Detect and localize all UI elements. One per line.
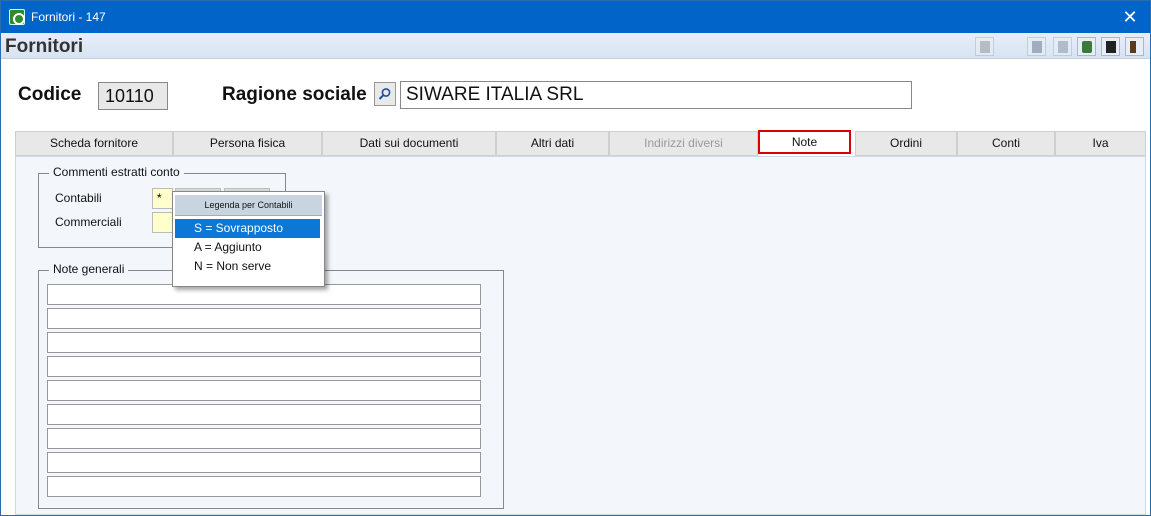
note-line[interactable]: [47, 476, 481, 497]
save-icon[interactable]: [1101, 37, 1120, 56]
contabili-field[interactable]: *: [152, 188, 173, 209]
app-icon: [9, 9, 25, 25]
tab-persona-fisica[interactable]: Persona fisica: [173, 131, 322, 156]
codice-label: Codice: [18, 84, 82, 105]
exit-icon[interactable]: [1125, 37, 1144, 56]
note-line[interactable]: [47, 308, 481, 329]
search-icon: [378, 88, 391, 100]
tab-conti[interactable]: Conti: [957, 131, 1055, 156]
page-icon[interactable]: [975, 37, 994, 56]
note-line[interactable]: [47, 428, 481, 449]
note-line[interactable]: [47, 452, 481, 473]
main-content: Codice 10110 Ragione sociale SIWARE ITAL…: [1, 59, 1150, 515]
form-header-bar: Fornitori: [1, 33, 1150, 59]
popup-option-aggiunto[interactable]: A = Aggiunto: [175, 238, 320, 257]
popup-option-non-serve[interactable]: N = Non serve: [175, 257, 320, 276]
note-generali-legend: Note generali: [49, 262, 129, 276]
commerciali-label: Commerciali: [55, 215, 122, 229]
legenda-popup-menu: Legenda per Contabili S = Sovrapposto A …: [172, 191, 325, 287]
note-line[interactable]: [47, 332, 481, 353]
search-button[interactable]: [374, 82, 396, 106]
tab-note[interactable]: Note: [758, 130, 851, 154]
note-line[interactable]: [47, 380, 481, 401]
ragione-sociale-label: Ragione sociale: [222, 84, 367, 105]
codice-field[interactable]: 10110: [98, 82, 168, 110]
window-title: Fornitori - 147: [31, 10, 106, 24]
form-title: Fornitori: [5, 36, 84, 57]
popup-option-sovrapposto[interactable]: S = Sovrapposto: [175, 219, 320, 238]
recycle-icon[interactable]: [1077, 37, 1096, 56]
close-button[interactable]: ✕: [1118, 5, 1142, 29]
tab-bar: Scheda fornitore Persona fisica Dati sui…: [15, 130, 1146, 156]
ragione-sociale-field[interactable]: SIWARE ITALIA SRL: [400, 81, 912, 109]
tab-dati-sui-documenti[interactable]: Dati sui documenti: [322, 131, 496, 156]
popup-header: Legenda per Contabili: [175, 195, 322, 216]
tab-scheda-fornitore[interactable]: Scheda fornitore: [15, 131, 173, 156]
note-line[interactable]: [47, 404, 481, 425]
screen-icon[interactable]: [1027, 37, 1046, 56]
note-line[interactable]: [47, 284, 481, 305]
copy-icon[interactable]: [1053, 37, 1072, 56]
tab-iva[interactable]: Iva: [1055, 131, 1146, 156]
commenti-legend: Commenti estratti conto: [49, 165, 184, 179]
title-bar: Fornitori - 147 ✕: [1, 1, 1150, 33]
note-line[interactable]: [47, 356, 481, 377]
tab-altri-dati[interactable]: Altri dati: [496, 131, 609, 156]
fornitori-window: Fornitori - 147 ✕ Fornitori Codice 10110…: [0, 0, 1151, 516]
commerciali-field[interactable]: [152, 212, 173, 233]
tab-ordini[interactable]: Ordini: [855, 131, 957, 156]
contabili-label: Contabili: [55, 191, 102, 205]
tab-indirizzi-diversi: Indirizzi diversi: [609, 131, 758, 156]
